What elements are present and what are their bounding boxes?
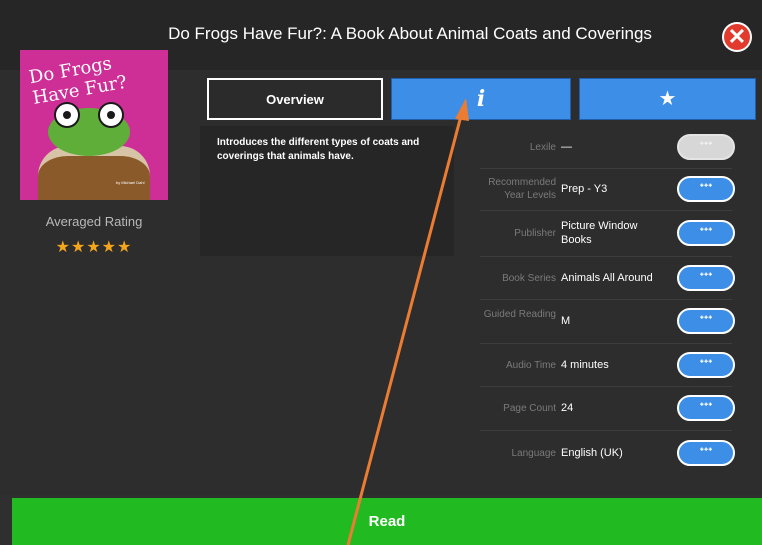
- star-icon: ★: [658, 88, 677, 110]
- meta-row-audio-time: Audio Time 4 minutes ᐩᐩᐩ: [480, 343, 735, 387]
- meta-label: Lexile: [529, 142, 556, 153]
- meta-row-publisher: Publisher Picture Window Books ᐩᐩᐩ: [480, 210, 735, 257]
- averaged-rating-label: Averaged Rating: [45, 214, 143, 229]
- meta-value: English (UK): [561, 447, 623, 459]
- book-title: Do Frogs Have Fur?: A Book About Animal …: [168, 24, 652, 43]
- meta-value: 4 minutes: [561, 359, 609, 371]
- meta-row-year-levels: Recommended Year Levels Prep - Y3 ᐩᐩᐩ: [480, 168, 735, 211]
- audio-time-link-button[interactable]: ᐩᐩᐩ: [677, 352, 735, 378]
- related-icon: ᐩᐩᐩ: [699, 140, 713, 152]
- meta-label: Publisher: [514, 228, 556, 239]
- meta-value: Picture Window Books: [561, 220, 638, 246]
- close-button[interactable]: ✕: [722, 22, 752, 52]
- related-icon: ᐩᐩᐩ: [699, 358, 713, 370]
- year-levels-link-button[interactable]: ᐩᐩᐩ: [677, 176, 735, 202]
- info-icon: i: [476, 86, 486, 112]
- lexile-link-button[interactable]: ᐩᐩᐩ: [677, 134, 735, 160]
- meta-value: —: [561, 141, 572, 153]
- book-series-link-button[interactable]: ᐩᐩᐩ: [677, 265, 735, 291]
- publisher-link-button[interactable]: ᐩᐩᐩ: [677, 220, 735, 246]
- cover-frog: [48, 102, 130, 156]
- meta-label: Page Count: [503, 403, 556, 414]
- meta-row-lexile: Lexile — ᐩᐩᐩ: [480, 126, 735, 169]
- meta-label: Audio Time: [505, 360, 556, 371]
- book-cover: Do Frogs Have Fur? by Michael Dahl: [20, 50, 168, 200]
- meta-row-language: Language English (UK) ᐩᐩᐩ: [480, 430, 735, 474]
- meta-value: Prep - Y3: [561, 183, 608, 195]
- description-text: Introduces the different types of coats …: [217, 137, 420, 162]
- meta-row-page-count: Page Count 24 ᐩᐩᐩ: [480, 386, 735, 431]
- meta-value: M: [561, 315, 571, 327]
- meta-row-book-series: Book Series Animals All Around ᐩᐩᐩ: [480, 256, 735, 300]
- cover-credit: by Michael Dahl: [116, 180, 145, 185]
- guided-reading-link-button[interactable]: ᐩᐩᐩ: [677, 308, 735, 334]
- related-icon: ᐩᐩᐩ: [699, 446, 713, 458]
- cover-title: Do Frogs Have Fur?: [27, 53, 129, 109]
- tab-info[interactable]: i: [391, 78, 571, 120]
- rating-stars: ★★★★★: [55, 239, 133, 256]
- related-icon: ᐩᐩᐩ: [699, 401, 713, 413]
- related-icon: ᐩᐩᐩ: [699, 182, 713, 194]
- meta-label: Guided Reading: [483, 309, 556, 320]
- meta-row-guided-reading: Guided Reading M ᐩᐩᐩ: [480, 299, 735, 344]
- meta-label: Book Series: [502, 273, 556, 284]
- language-link-button[interactable]: ᐩᐩᐩ: [677, 440, 735, 466]
- close-icon: ✕: [724, 24, 750, 50]
- related-icon: ᐩᐩᐩ: [699, 314, 713, 326]
- meta-value: Animals All Around: [561, 272, 653, 284]
- frog-eye-left: [54, 102, 80, 128]
- read-button[interactable]: Read: [12, 498, 762, 545]
- related-icon: ᐩᐩᐩ: [699, 271, 713, 283]
- page-count-link-button[interactable]: ᐩᐩᐩ: [677, 395, 735, 421]
- frog-eye-right: [98, 102, 124, 128]
- description-panel: Introduces the different types of coats …: [200, 126, 454, 256]
- tab-favorite[interactable]: ★: [579, 78, 756, 120]
- meta-value: 24: [561, 402, 574, 414]
- tab-overview[interactable]: Overview: [207, 78, 383, 120]
- meta-label: Language: [511, 448, 557, 459]
- related-icon: ᐩᐩᐩ: [699, 226, 713, 238]
- meta-label: Recommended Year Levels: [488, 177, 556, 201]
